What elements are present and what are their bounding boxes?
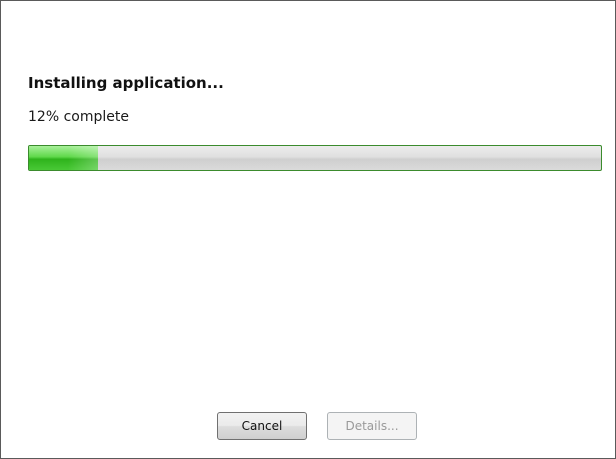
progress-status-text: 12% complete: [28, 109, 129, 125]
install-dialog: Installing application... 12% complete C…: [0, 0, 616, 459]
cancel-button[interactable]: Cancel: [217, 412, 307, 440]
progress-bar-fill: [29, 146, 98, 170]
progress-bar: [28, 145, 602, 171]
details-button[interactable]: Details...: [327, 412, 417, 440]
install-heading: Installing application...: [28, 74, 224, 92]
